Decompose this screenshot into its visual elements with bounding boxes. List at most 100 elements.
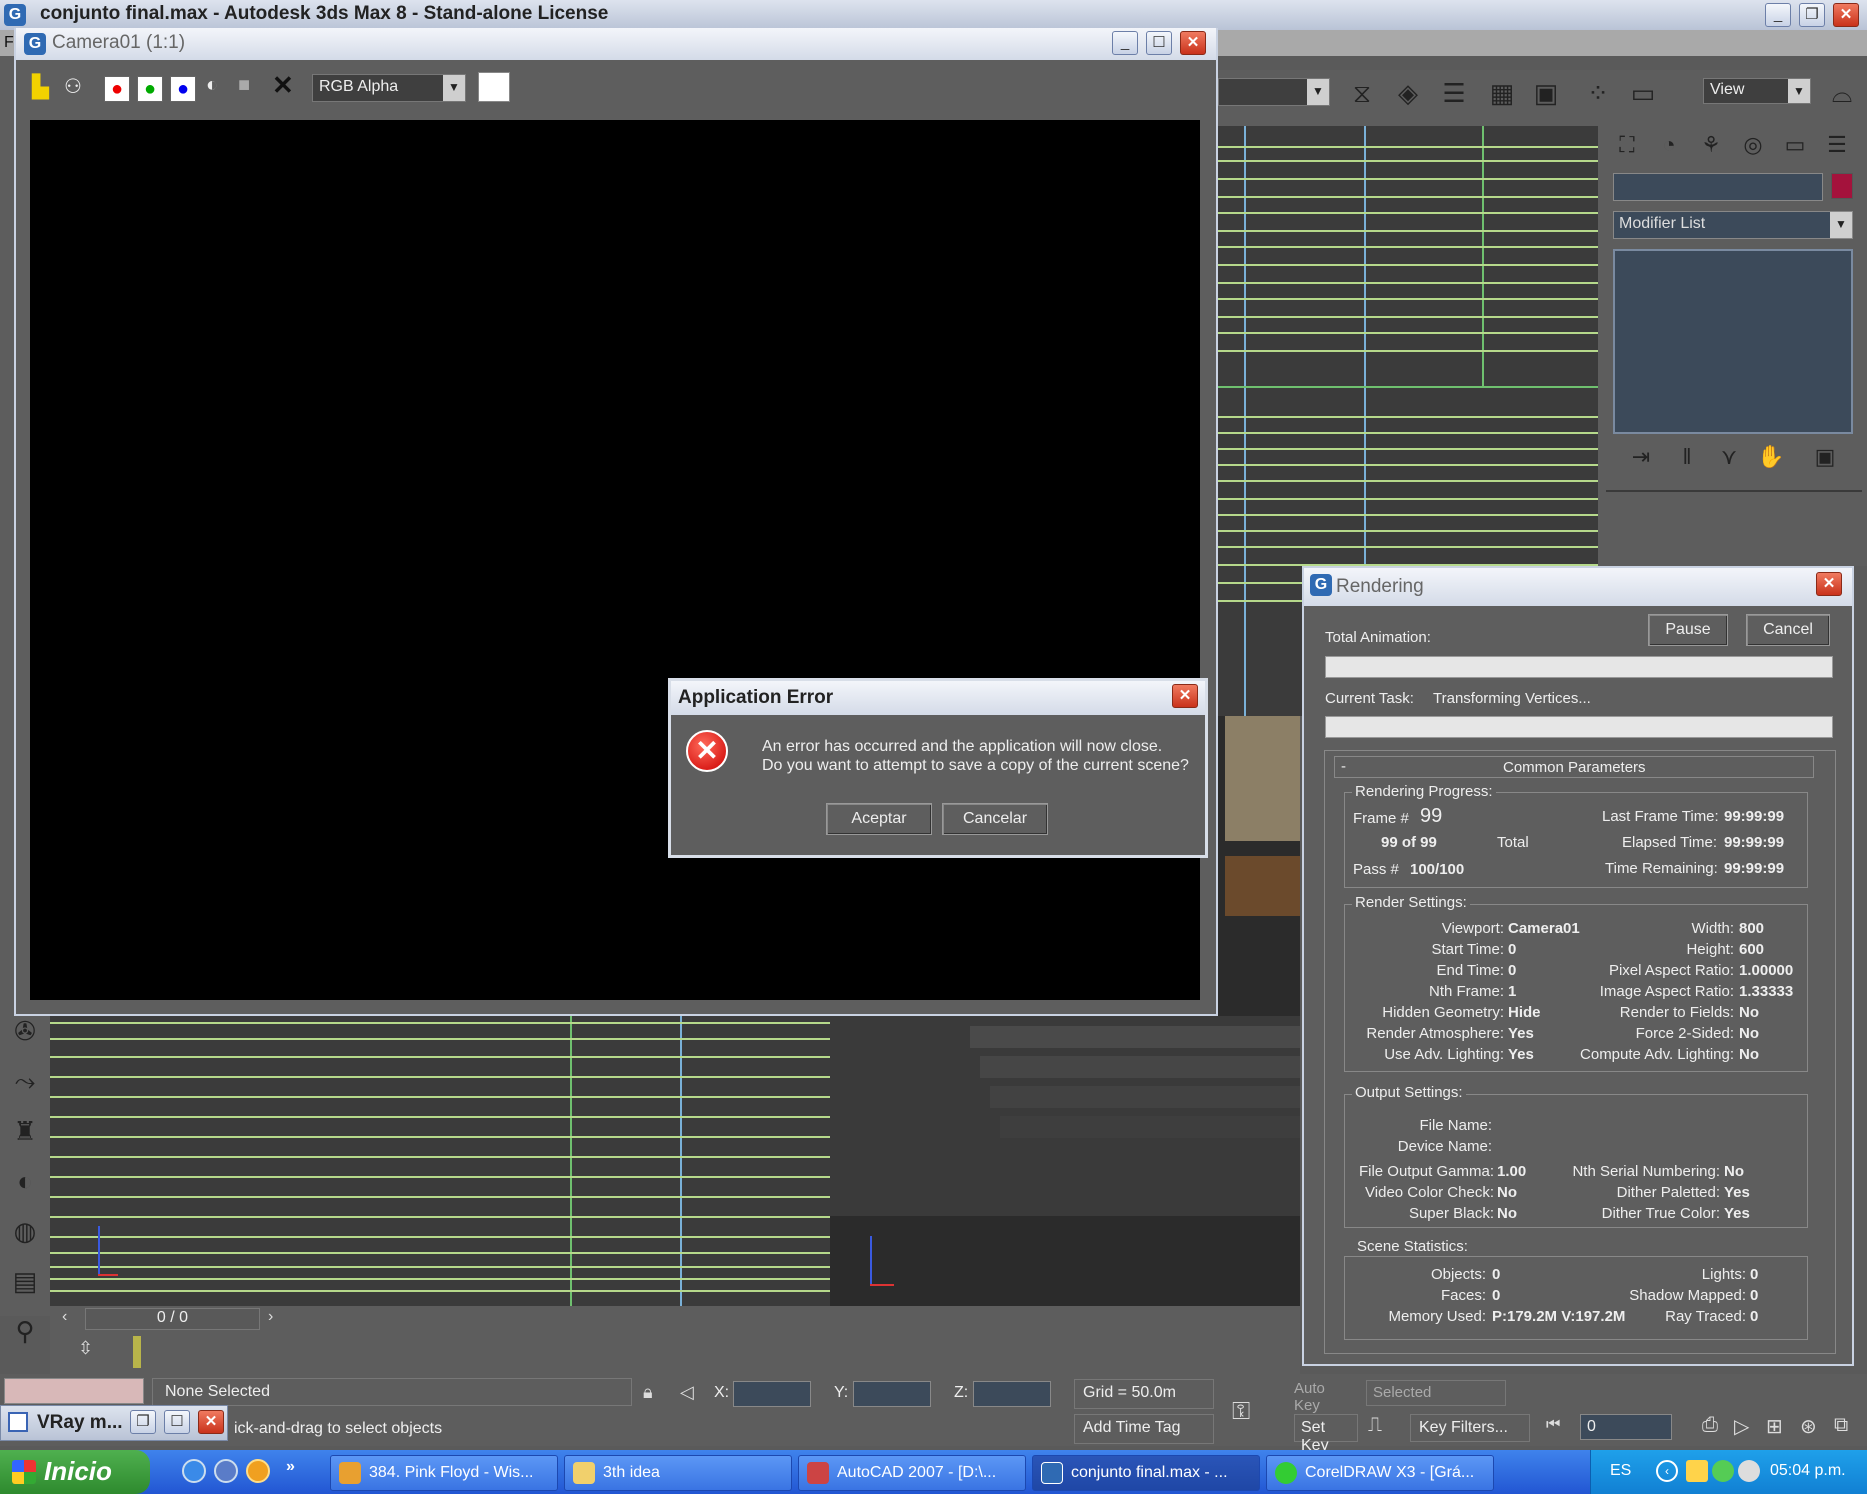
key-icon[interactable]: ⚿ xyxy=(1232,1398,1250,1426)
object-color-swatch[interactable] xyxy=(1831,173,1853,199)
named-selection-dropdown[interactable]: ▼ xyxy=(1218,78,1330,106)
y-coordinate-field[interactable] xyxy=(853,1381,931,1407)
track-bar[interactable]: ⇳ xyxy=(50,1332,1300,1374)
material-editor-icon[interactable]: ⁘ xyxy=(1578,78,1618,116)
max-quicklaunch-icon[interactable] xyxy=(214,1459,238,1483)
vray-maximize-button[interactable]: ☐ xyxy=(164,1410,190,1434)
mirror-icon[interactable]: ⧖ xyxy=(1342,78,1382,116)
blue-channel-toggle[interactable]: ● xyxy=(170,76,196,102)
modifier-list-dropdown[interactable]: Modifier List ▼ xyxy=(1613,211,1853,239)
render-cancel-button[interactable]: Cancel xyxy=(1746,614,1830,646)
menu-file[interactable]: F xyxy=(4,34,14,52)
zoom-extents-icon[interactable]: ⊞ xyxy=(1766,1414,1783,1439)
utilities-tab-icon[interactable]: ☰ xyxy=(1820,132,1854,162)
orbit-icon[interactable]: ✇ xyxy=(8,1016,42,1050)
z-coordinate-field[interactable] xyxy=(973,1381,1051,1407)
goto-start-icon[interactable]: ⏮ xyxy=(1546,1416,1560,1434)
tray-user-icon[interactable] xyxy=(1712,1460,1734,1482)
tray-collapse-icon[interactable]: ‹ xyxy=(1656,1460,1678,1482)
quicklaunch-overflow-icon[interactable]: » xyxy=(286,1458,295,1476)
pin-stack-icon[interactable]: ⇥ xyxy=(1624,444,1658,474)
modifier-stack[interactable] xyxy=(1613,249,1853,434)
frame-counter[interactable]: 0 / 0 xyxy=(85,1308,260,1330)
render-type-dropdown[interactable]: View ▼ xyxy=(1703,78,1811,104)
schematic-icon[interactable]: ▤ xyxy=(8,1266,42,1300)
dolly-icon[interactable]: ◐ xyxy=(8,1166,42,1200)
zoom-icon[interactable]: ⚲ xyxy=(8,1316,42,1350)
cancel-button[interactable]: Cancelar xyxy=(942,803,1048,835)
channel-display-dropdown[interactable]: RGB Alpha ▼ xyxy=(312,74,466,102)
pixel-color-swatch[interactable] xyxy=(478,72,510,102)
taskbar-button-5[interactable]: CorelDRAW X3 - [Grá... xyxy=(1266,1455,1494,1491)
hierarchy-tab-icon[interactable]: ⚘ xyxy=(1694,132,1728,162)
create-tab-icon[interactable]: ⛶ xyxy=(1610,132,1644,162)
remove-modifier-icon[interactable]: ✋ xyxy=(1754,444,1788,474)
internet-explorer-icon[interactable] xyxy=(182,1459,206,1483)
align-icon[interactable]: ◈ xyxy=(1388,78,1428,116)
configure-sets-icon[interactable]: ▣ xyxy=(1808,444,1842,474)
display-tab-icon[interactable]: ▭ xyxy=(1778,132,1812,162)
accept-button[interactable]: Aceptar xyxy=(826,803,932,835)
object-name-field[interactable] xyxy=(1613,173,1823,201)
quick-render-icon[interactable]: ⌓ xyxy=(1822,78,1862,116)
key-mode-dropdown[interactable]: Selected xyxy=(1366,1380,1506,1406)
taskbar-button-2[interactable]: 3th idea xyxy=(564,1455,792,1491)
modify-tab-icon[interactable]: ◔ xyxy=(1652,132,1686,162)
winamp-icon[interactable] xyxy=(246,1459,270,1483)
pause-button[interactable]: Pause xyxy=(1648,614,1728,646)
time-prev-icon[interactable]: ‹ xyxy=(62,1308,67,1326)
play-icon[interactable]: ▷ xyxy=(1734,1414,1749,1439)
taskbar-button-3[interactable]: AutoCAD 2007 - [D:\... xyxy=(798,1455,1026,1491)
walk-icon[interactable]: ♜ xyxy=(8,1116,42,1150)
layer-manager-icon[interactable]: ☰ xyxy=(1434,78,1474,116)
make-unique-icon[interactable]: ⋎ xyxy=(1712,444,1746,474)
camera-maximize-button[interactable]: ☐ xyxy=(1146,31,1172,55)
clone-window-icon[interactable]: ⚇ xyxy=(64,74,82,99)
auto-key-button[interactable]: Auto Key xyxy=(1294,1380,1354,1414)
schematic-view-icon[interactable]: ▣ xyxy=(1526,78,1566,116)
vray-restore-button[interactable]: ❐ xyxy=(130,1410,156,1434)
taskbar-button-4[interactable]: conjunto final.max - ... xyxy=(1032,1455,1260,1491)
x-coordinate-field[interactable] xyxy=(733,1381,811,1407)
rendering-close-button[interactable]: ✕ xyxy=(1816,572,1842,596)
lock-icon[interactable]: 🔒︎ xyxy=(643,1382,653,1403)
time-config-icon[interactable]: ⎙ xyxy=(1702,1414,1718,1437)
tray-volume-icon[interactable] xyxy=(1738,1460,1760,1482)
absolute-mode-icon[interactable]: ◁ xyxy=(680,1382,694,1403)
viewport-bottom-left[interactable] xyxy=(50,1016,830,1306)
taskbar-button-1[interactable]: 384. Pink Floyd - Wis... xyxy=(330,1455,558,1491)
time-next-icon[interactable]: › xyxy=(268,1308,273,1326)
camera-close-button[interactable]: ✕ xyxy=(1180,31,1206,55)
language-indicator[interactable]: ES xyxy=(1610,1462,1631,1480)
key-filters-button[interactable]: Key Filters... xyxy=(1410,1414,1530,1442)
orbit-view-icon[interactable]: ⊛ xyxy=(1800,1414,1817,1439)
vray-close-button[interactable]: ✕ xyxy=(198,1410,224,1434)
curve-editor-icon[interactable]: ▦ xyxy=(1482,78,1522,116)
main-close-button[interactable]: ✕ xyxy=(1833,3,1859,27)
add-time-tag-button[interactable]: Add Time Tag xyxy=(1074,1414,1214,1444)
clear-icon[interactable]: ■ xyxy=(238,74,250,97)
show-end-result-icon[interactable]: ‖ xyxy=(1670,444,1704,474)
pan-icon[interactable]: ⤳ xyxy=(8,1066,42,1100)
mono-icon[interactable]: ◐ xyxy=(206,74,218,97)
motion-tab-icon[interactable]: ◎ xyxy=(1736,132,1770,162)
set-key-button[interactable]: Set Key xyxy=(1294,1414,1358,1454)
vray-minimized-window[interactable]: VRay m... xyxy=(0,1405,228,1441)
common-parameters-header[interactable]: - Common Parameters xyxy=(1334,756,1814,778)
render-scene-icon[interactable]: ▭ xyxy=(1623,78,1663,116)
current-frame-field[interactable]: 0 xyxy=(1580,1414,1672,1440)
fov-icon[interactable]: ◍ xyxy=(8,1216,42,1250)
close-x-icon[interactable]: ✕ xyxy=(272,70,294,101)
set-keys-icon[interactable]: ⎍ xyxy=(1368,1414,1402,1442)
mini-curve-editor-icon[interactable]: ⇳ xyxy=(78,1338,100,1362)
maxscript-listener-field[interactable] xyxy=(4,1378,144,1404)
main-minimize-button[interactable]: _ xyxy=(1765,3,1791,27)
tray-network-icon[interactable] xyxy=(1686,1460,1708,1482)
save-bitmap-icon[interactable]: ▙ xyxy=(32,74,49,100)
error-close-button[interactable]: ✕ xyxy=(1172,684,1198,708)
main-restore-button[interactable]: ❐ xyxy=(1799,3,1825,27)
green-channel-toggle[interactable]: ● xyxy=(137,76,163,102)
red-channel-toggle[interactable]: ● xyxy=(104,76,130,102)
clock[interactable]: 05:04 p.m. xyxy=(1770,1462,1846,1480)
maximize-viewport-icon[interactable]: ⧉ xyxy=(1834,1414,1848,1437)
